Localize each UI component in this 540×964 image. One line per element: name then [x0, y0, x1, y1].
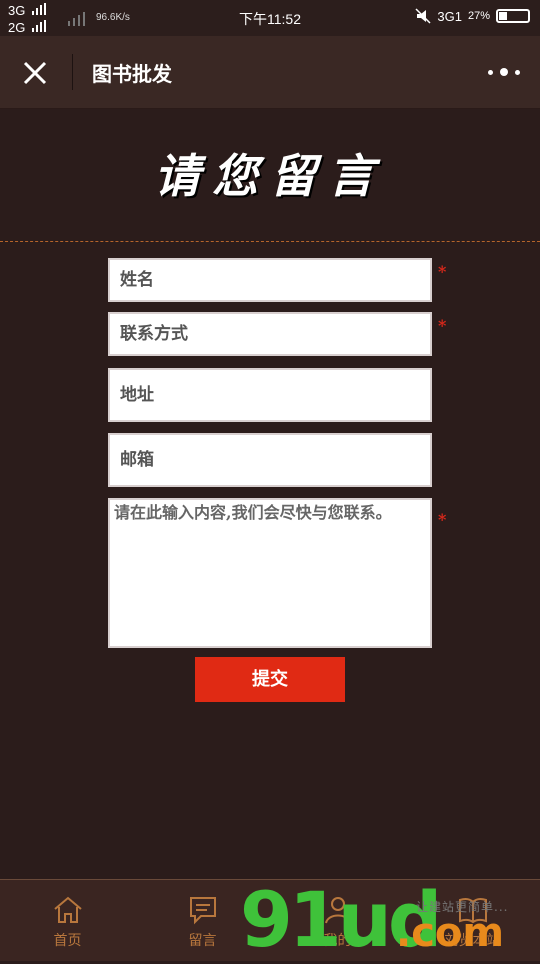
user-icon	[324, 897, 351, 924]
page-title: 图书批发	[92, 62, 172, 86]
close-icon[interactable]	[18, 56, 52, 90]
app-header: 图书批发	[0, 36, 540, 109]
nav-label-home: 首页	[53, 933, 82, 949]
email-field[interactable]: 邮箱	[108, 433, 432, 487]
bottom-nav: 首页 留言 我的 刘览本站	[0, 879, 540, 961]
hero-title: 请您留言	[154, 149, 386, 203]
status-right: 3G1 27%	[415, 8, 530, 24]
nav-item-user[interactable]: 我的	[270, 880, 405, 961]
nav-item-message[interactable]: 留言	[135, 880, 270, 961]
address-field[interactable]: 地址	[108, 368, 432, 422]
message-textarea[interactable]: 请在此输入内容,我们会尽快与您联系。	[108, 498, 432, 648]
home-icon	[53, 896, 82, 923]
required-mark: *	[438, 262, 447, 281]
nav-item-home[interactable]: 首页	[0, 880, 135, 961]
status-bar: 3G 2G 96.6K/s 下午11:52 3G1 27%	[0, 0, 540, 36]
required-mark: *	[438, 316, 447, 335]
message-icon	[189, 897, 216, 925]
more-dots-icon[interactable]	[488, 66, 520, 78]
divider-line	[0, 241, 540, 242]
submit-button[interactable]: 提交	[195, 657, 345, 702]
contact-field[interactable]: 联系方式	[108, 312, 432, 356]
book-icon	[458, 897, 487, 924]
nav-item-browse[interactable]: 刘览本站	[405, 880, 540, 961]
nav-label-browse: 刘览本站	[444, 933, 501, 949]
mute-icon	[415, 8, 431, 24]
required-mark: *	[438, 510, 447, 529]
name-field[interactable]: 姓名	[108, 258, 432, 302]
nav-label-message: 留言	[188, 933, 217, 949]
network-type: 3G1	[437, 8, 462, 24]
header-divider	[72, 54, 73, 90]
battery-icon	[496, 9, 530, 23]
battery-percent: 27%	[467, 10, 490, 22]
nav-label-user: 我的	[323, 933, 352, 949]
